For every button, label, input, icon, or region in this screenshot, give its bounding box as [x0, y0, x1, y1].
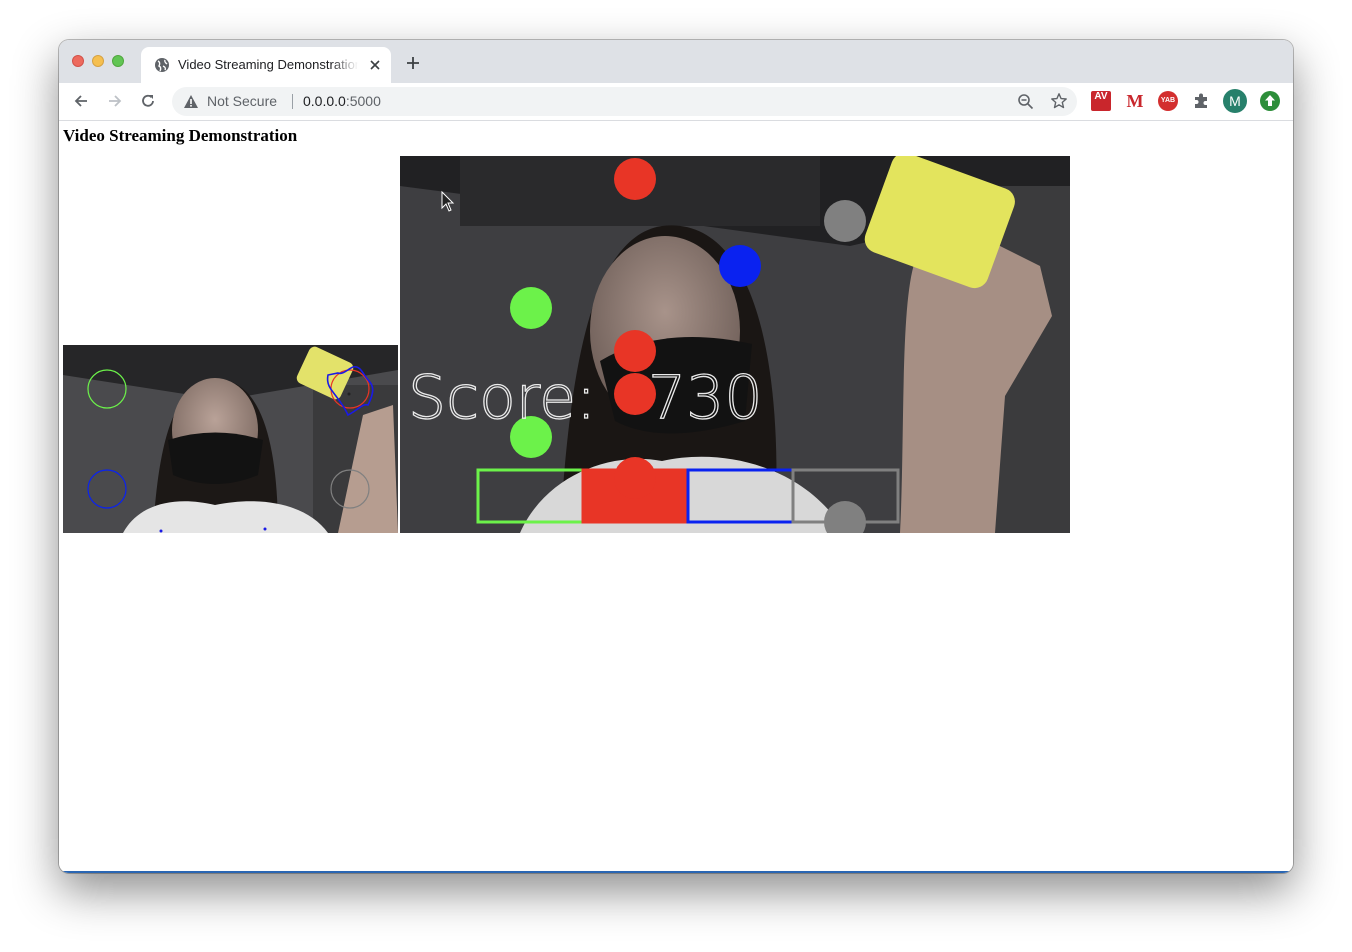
url-text[interactable]: 0.0.0.0:5000 — [303, 93, 381, 109]
score-value: 730 — [648, 363, 763, 433]
camera-feed-small — [63, 345, 398, 533]
address-separator — [292, 94, 293, 109]
back-arrow-icon[interactable] — [72, 92, 90, 110]
page-title: Video Streaming Demonstration — [63, 126, 298, 145]
warning-icon[interactable] — [184, 95, 198, 108]
game-canvas: Score: 730 — [400, 156, 1070, 533]
window-bottom-edge — [59, 871, 1293, 873]
page-content: Video Streaming Demonstration Score: 730 — [59, 121, 1293, 873]
yab-extension-icon[interactable]: YAB — [1158, 91, 1178, 111]
update-icon[interactable] — [1260, 91, 1280, 111]
browser-toolbar: Not Secure 0.0.0.0:5000 AV M YAB M — [59, 83, 1293, 121]
note-blue — [719, 245, 761, 287]
tab-strip: Video Streaming Demonstration — [59, 40, 1293, 83]
bookmark-star-icon[interactable] — [1050, 92, 1068, 110]
forward-arrow-icon[interactable] — [106, 92, 124, 110]
tab-close-icon[interactable] — [367, 57, 383, 73]
yab-extension-label: YAB — [1160, 97, 1176, 104]
note-green — [510, 287, 552, 329]
tab-title: Video Streaming Demonstration — [178, 57, 358, 72]
window-zoom-button[interactable] — [112, 55, 124, 67]
globe-icon — [155, 58, 169, 72]
profile-initial: M — [1229, 93, 1241, 109]
av-extension-icon[interactable]: AV — [1091, 91, 1111, 111]
address-bar[interactable]: Not Secure 0.0.0.0:5000 — [172, 87, 1077, 116]
camera-feed-small-image — [63, 345, 398, 533]
av-extension-label: AV — [1094, 91, 1108, 102]
profile-avatar[interactable]: M — [1223, 89, 1247, 113]
m-extension-icon[interactable]: M — [1125, 91, 1145, 111]
m-extension-label: M — [1126, 91, 1144, 111]
window-close-button[interactable] — [72, 55, 84, 67]
security-label[interactable]: Not Secure — [207, 93, 277, 109]
url-host: 0.0.0.0 — [303, 93, 346, 109]
note-grey — [824, 200, 866, 242]
score-label: Score: — [408, 363, 596, 433]
browser-window: Video Streaming Demonstration Not Secure… — [59, 40, 1293, 873]
reload-icon[interactable] — [139, 92, 157, 110]
window-minimize-button[interactable] — [92, 55, 104, 67]
note-red — [614, 158, 656, 200]
extensions-puzzle-icon[interactable] — [1191, 91, 1211, 111]
url-port: :5000 — [345, 93, 381, 109]
new-tab-icon[interactable] — [405, 55, 421, 71]
game-feed-main: Score: 730 — [400, 156, 1070, 533]
zoom-icon[interactable] — [1017, 93, 1034, 110]
tab-video-streaming[interactable]: Video Streaming Demonstration — [141, 47, 391, 83]
note-red — [614, 457, 656, 499]
